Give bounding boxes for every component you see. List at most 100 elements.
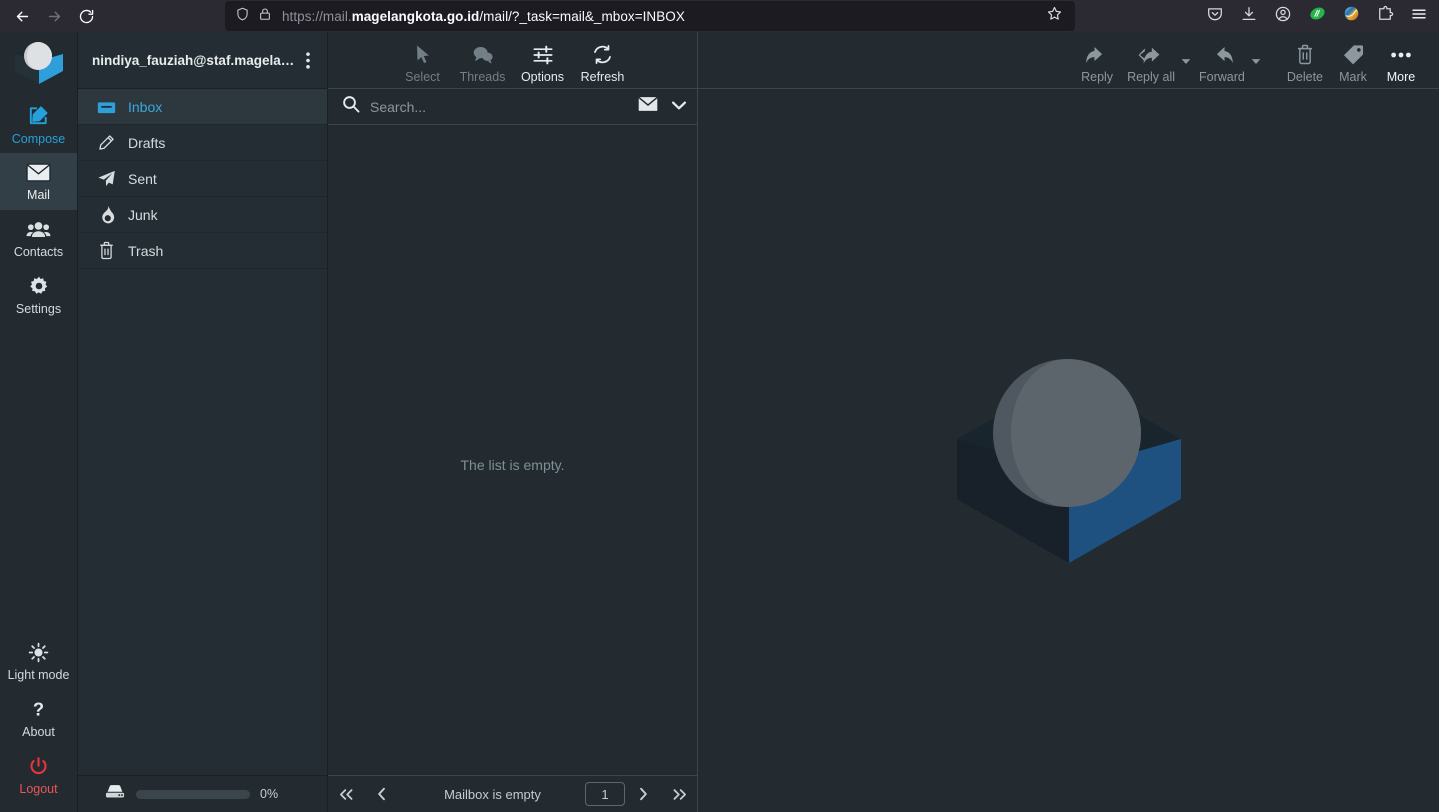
roundcube-app: Compose Mail Contacts Settings Light mod… — [0, 32, 1439, 812]
sliders-icon — [532, 45, 554, 68]
sidebar-item-settings[interactable]: Settings — [0, 267, 77, 324]
sidebar-item-label: Logout — [19, 781, 58, 796]
back-button[interactable] — [6, 2, 38, 30]
vertical-dots-icon — [306, 51, 310, 69]
sidebar-item-contacts[interactable]: Contacts — [0, 210, 77, 267]
folder-label: Inbox — [128, 98, 163, 115]
chevron-down-icon[interactable] — [671, 98, 687, 116]
lock-icon[interactable] — [258, 6, 272, 27]
quota-progress-bar — [136, 789, 250, 799]
tasks-secondary-group: Light mode ? About Logout — [0, 633, 77, 812]
threads-button[interactable]: Threads — [455, 45, 511, 86]
mail-icon — [26, 162, 51, 186]
first-page-button[interactable] — [328, 788, 364, 801]
roundcube-watermark-logo — [939, 323, 1199, 578]
folders-column: nindiya_fauziah@staf.magelan… Inbox Draf… — [78, 32, 328, 812]
url-bar[interactable]: https://mail.magelangkota.go.id/mail/?_t… — [225, 1, 1075, 31]
sidebar-item-light-mode[interactable]: Light mode — [0, 633, 77, 690]
action-label: Delete — [1286, 69, 1323, 84]
folder-label: Sent — [128, 170, 157, 187]
folder-item-junk[interactable]: Junk — [78, 197, 327, 233]
tool-label: Threads — [459, 69, 506, 84]
message-list-column: Select Threads Options Refresh Search...… — [328, 32, 698, 812]
next-page-button[interactable] — [625, 787, 661, 801]
account-email-label: nindiya_fauziah@staf.magelan… — [92, 52, 297, 68]
tasks-sidebar: Compose Mail Contacts Settings Light mod… — [0, 32, 78, 812]
reload-icon — [78, 8, 95, 25]
url-text[interactable]: https://mail.magelangkota.go.id/mail/?_t… — [282, 9, 1039, 24]
envelope-icon[interactable] — [637, 95, 659, 118]
inbox-icon — [96, 98, 116, 115]
reload-button[interactable] — [70, 2, 102, 30]
message-view-body — [698, 89, 1439, 812]
select-button[interactable]: Select — [395, 44, 451, 86]
message-view-column: Reply Reply all Forward Delete Mark More — [698, 32, 1439, 812]
sidebar-item-about[interactable]: ? About — [0, 690, 77, 747]
message-list-toolbar: Select Threads Options Refresh — [328, 32, 697, 89]
forward-button[interactable]: Forward — [1193, 45, 1251, 86]
app-menu-button[interactable] — [1403, 2, 1435, 30]
search-scope-controls — [637, 95, 687, 118]
options-button[interactable]: Options — [515, 45, 571, 86]
refresh-button[interactable]: Refresh — [575, 44, 631, 86]
list-pagination-footer: Mailbox is empty — [328, 775, 697, 812]
search-bar[interactable] — [328, 89, 697, 125]
account-button[interactable] — [1267, 2, 1299, 30]
extensions-button[interactable] — [1369, 2, 1401, 30]
folder-item-drafts[interactable]: Drafts — [78, 125, 327, 161]
idm-extension-icon — [1342, 4, 1361, 28]
action-label: More — [1386, 69, 1416, 84]
back-arrow-icon — [14, 8, 31, 25]
message-actions-toolbar: Reply Reply all Forward Delete Mark More — [698, 32, 1439, 89]
adblock-extension-icon — [1308, 4, 1327, 28]
quota-percent-label: 0% — [260, 787, 279, 801]
action-label: Reply — [1081, 69, 1114, 84]
site-identity[interactable] — [235, 6, 272, 27]
folders-options-button[interactable] — [297, 51, 319, 69]
folder-item-sent[interactable]: Sent — [78, 161, 327, 197]
forward-icon — [1210, 45, 1234, 68]
bookmark-button[interactable] — [1039, 3, 1069, 29]
tasks-primary-group: Compose Mail Contacts Settings — [0, 96, 77, 324]
pencil-icon — [96, 134, 116, 152]
pocket-button[interactable] — [1199, 2, 1231, 30]
sidebar-item-mail[interactable]: Mail — [0, 153, 77, 210]
mark-button[interactable]: Mark — [1329, 44, 1377, 86]
search-input[interactable] — [370, 98, 627, 115]
shield-icon[interactable] — [235, 6, 250, 27]
roundcube-logo — [11, 36, 67, 93]
reply-all-button[interactable]: Reply all — [1121, 45, 1181, 86]
sidebar-item-compose[interactable]: Compose — [0, 96, 77, 153]
page-number-input[interactable] — [585, 782, 625, 806]
folder-item-inbox[interactable]: Inbox — [78, 89, 327, 125]
reply-button[interactable]: Reply — [1073, 45, 1121, 86]
forward-dropdown-button[interactable] — [1251, 58, 1263, 85]
prev-page-button[interactable] — [364, 787, 400, 801]
delete-button[interactable]: Delete — [1281, 44, 1329, 86]
search-icon — [342, 95, 360, 118]
downloads-button[interactable] — [1233, 2, 1265, 30]
hard-drive-icon — [104, 783, 126, 805]
idm-extension-button[interactable] — [1335, 2, 1367, 30]
chevron-down-icon — [1181, 59, 1191, 64]
paper-plane-icon — [96, 169, 116, 188]
last-page-button[interactable] — [661, 788, 697, 801]
browser-toolbar: https://mail.magelangkota.go.id/mail/?_t… — [0, 0, 1439, 32]
forward-arrow-icon — [46, 8, 63, 25]
adblock-extension-button[interactable] — [1301, 2, 1333, 30]
action-label: Mark — [1339, 69, 1367, 84]
trash-icon — [1295, 44, 1315, 68]
cursor-arrow-icon — [413, 44, 433, 68]
reply-all-dropdown-button[interactable] — [1181, 58, 1193, 85]
folder-item-trash[interactable]: Trash — [78, 233, 327, 269]
sidebar-item-logout[interactable]: Logout — [0, 747, 77, 804]
action-label: Reply all — [1127, 69, 1176, 84]
sidebar-item-label: Light mode — [7, 667, 70, 682]
ellipsis-icon — [1389, 45, 1413, 68]
more-button[interactable]: More — [1377, 45, 1425, 86]
tool-label: Refresh — [580, 69, 625, 84]
forward-button[interactable] — [38, 2, 70, 30]
downloads-icon — [1240, 5, 1258, 28]
power-icon — [28, 756, 49, 780]
sidebar-item-label: Compose — [11, 131, 66, 146]
